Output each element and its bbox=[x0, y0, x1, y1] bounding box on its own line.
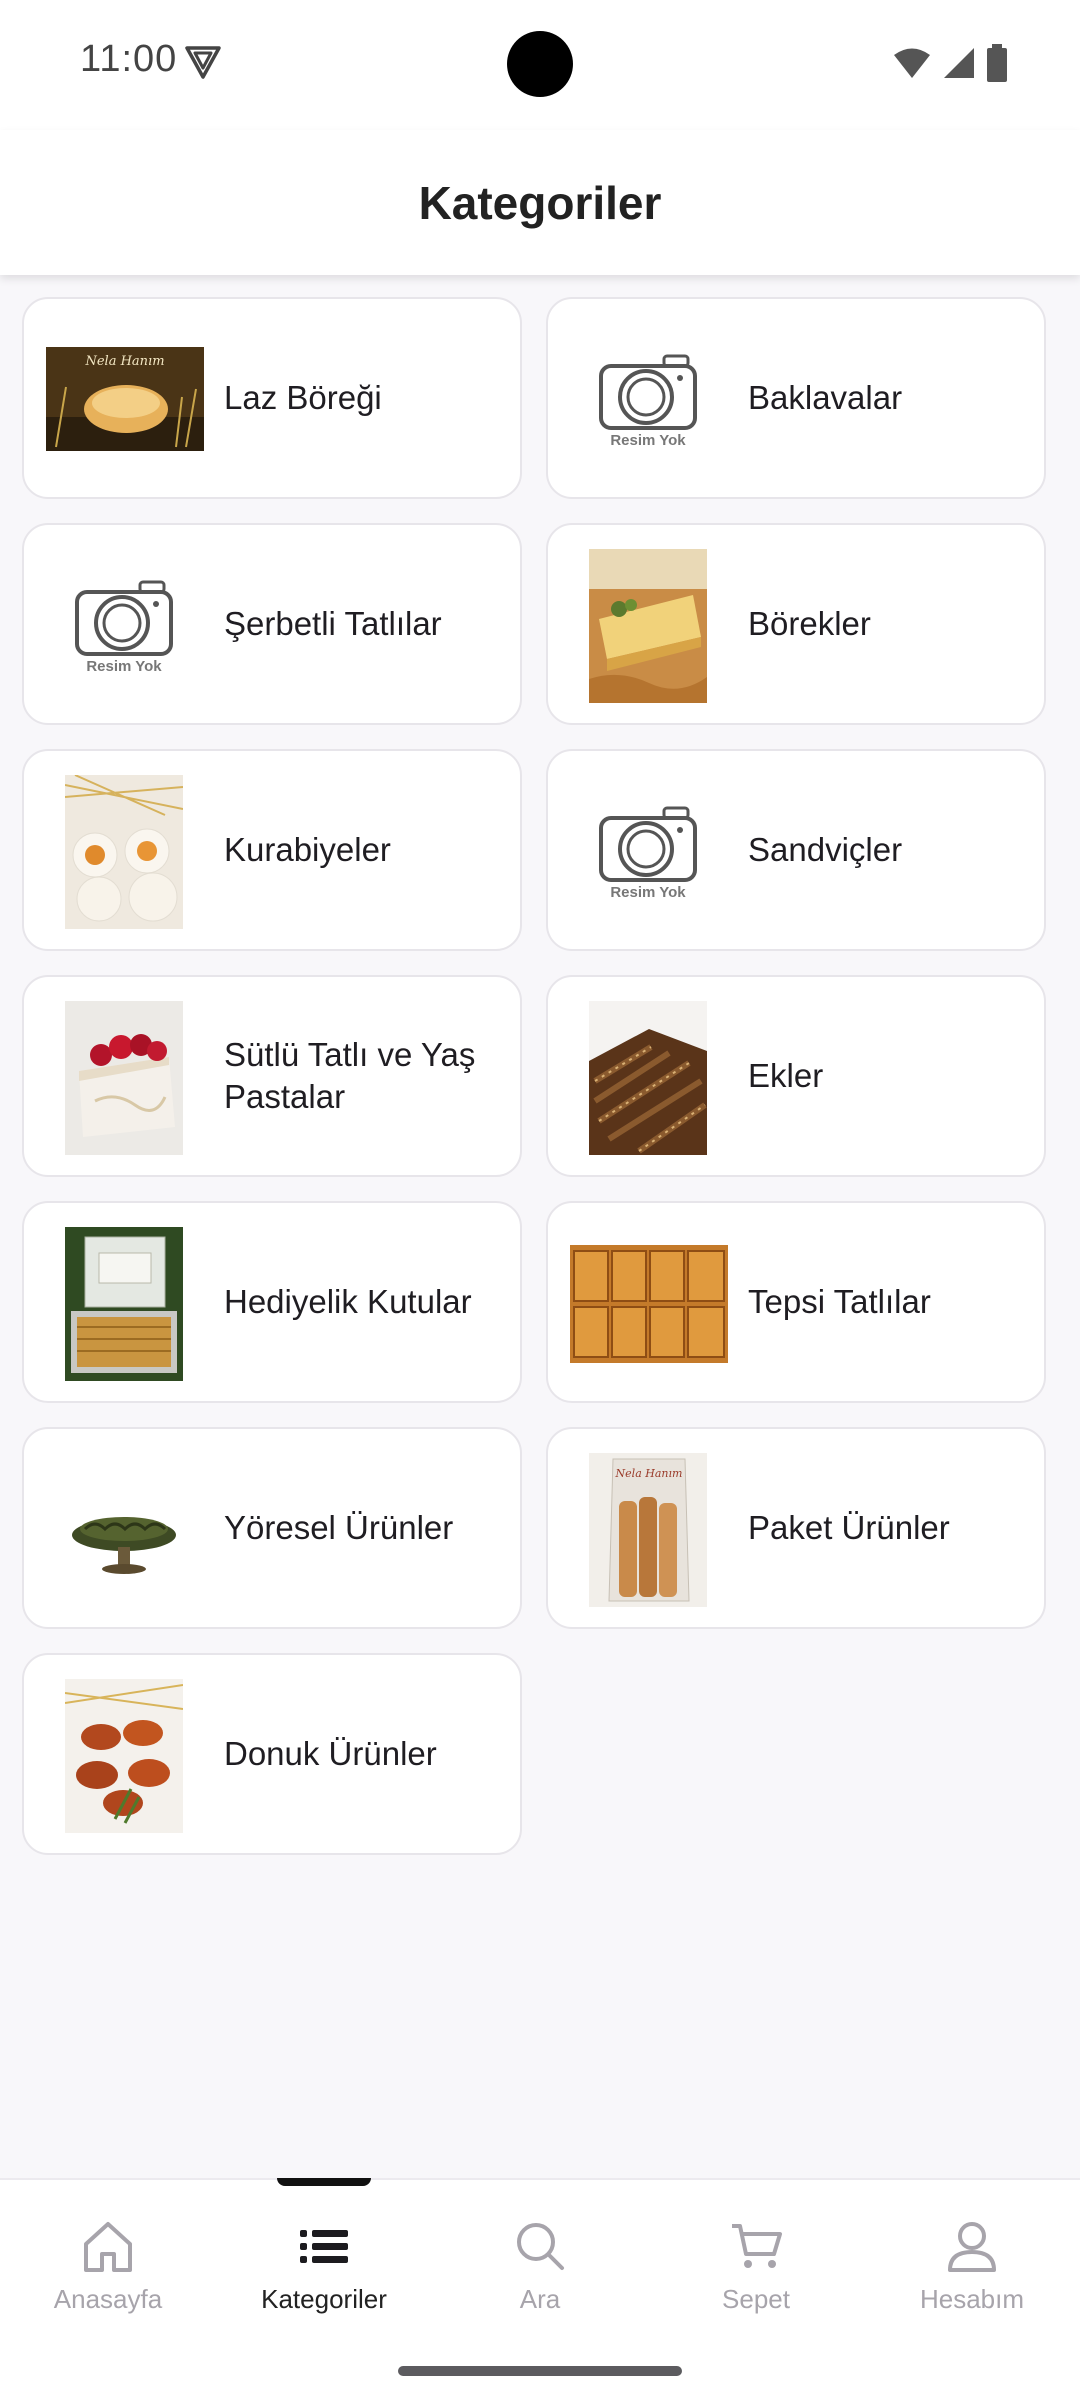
nav-item-sepet[interactable]: Sepet bbox=[648, 2216, 864, 2315]
category-card-tepsi-tatlilar[interactable]: Tepsi Tatlılar bbox=[546, 1201, 1046, 1403]
category-label: Ekler bbox=[748, 1057, 824, 1094]
category-thumbnail: Nela Hanım bbox=[46, 347, 204, 451]
category-card-baklavalar[interactable]: Resim Yok Baklavalar bbox=[546, 297, 1046, 499]
category-thumbnail bbox=[65, 1679, 183, 1833]
status-icons bbox=[892, 44, 1008, 82]
category-card-serbetli-tatlilar[interactable]: Resim Yok Şerbetli Tatlılar bbox=[22, 523, 522, 725]
wifi-icon bbox=[894, 48, 930, 78]
category-label: Laz Böreği bbox=[224, 379, 382, 416]
cellular-signal-icon bbox=[944, 48, 974, 78]
nav-label: Sepet bbox=[722, 2284, 790, 2314]
category-label: Tepsi Tatlılar bbox=[748, 1283, 931, 1320]
category-thumbnail bbox=[65, 1001, 183, 1155]
category-card-paket-urunler[interactable]: Nela Hanım Paket Ürünler bbox=[546, 1427, 1046, 1629]
ekler-photo bbox=[589, 1001, 707, 1155]
category-card-laz-boregi[interactable]: Nela Hanım Laz Böreği bbox=[22, 297, 522, 499]
category-card-sandvicler[interactable]: Resim Yok Sandviçler bbox=[546, 749, 1046, 951]
category-thumbnail: Resim Yok bbox=[568, 775, 728, 929]
category-label: Kurabiyeler bbox=[224, 831, 391, 868]
category-grid: Nela Hanım Laz Böreği Resim Yok Baklaval… bbox=[22, 297, 1046, 1855]
category-thumbnail bbox=[65, 775, 183, 929]
gift-box-photo bbox=[65, 1227, 183, 1381]
camera-cutout bbox=[507, 31, 573, 97]
category-card-yoresel-urunler[interactable]: Yöresel Ürünler bbox=[22, 1427, 522, 1629]
category-thumbnail: Resim Yok bbox=[44, 549, 204, 703]
placeholder-text: Resim Yok bbox=[86, 657, 162, 675]
category-thumbnail bbox=[65, 1227, 183, 1381]
vpn-icon bbox=[185, 46, 221, 79]
category-label: Paket Ürünler bbox=[748, 1509, 950, 1546]
category-thumbnail bbox=[570, 1245, 728, 1363]
pasta-photo bbox=[65, 1001, 183, 1155]
category-thumbnail: Nela Hanım bbox=[589, 1453, 707, 1607]
kurabiye-photo bbox=[65, 775, 183, 929]
brand-logo-text: Nela Hanım bbox=[84, 354, 164, 369]
bottom-navigation: Anasayfa Kategoriler Ara Sepet Hesabım bbox=[0, 2178, 1080, 2402]
category-card-kurabiyeler[interactable]: Kurabiyeler bbox=[22, 749, 522, 951]
packet-photo: Nela Hanım bbox=[589, 1453, 707, 1607]
search-icon bbox=[517, 2223, 564, 2270]
status-bar: 11:00 bbox=[0, 0, 1080, 130]
active-tab-indicator bbox=[277, 2178, 371, 2186]
yoresel-photo bbox=[65, 1453, 183, 1607]
category-thumbnail bbox=[65, 1453, 183, 1607]
borek-photo bbox=[589, 549, 707, 703]
home-icon bbox=[84, 2222, 132, 2272]
category-label: Donuk Ürünler bbox=[224, 1735, 437, 1772]
placeholder-text: Resim Yok bbox=[610, 883, 686, 901]
category-thumbnail bbox=[589, 1001, 707, 1155]
camera-placeholder-icon bbox=[599, 806, 697, 882]
brand-logo-text: Nela Hanım bbox=[615, 1467, 683, 1480]
nav-label: Hesabım bbox=[919, 2284, 1025, 2314]
list-icon bbox=[300, 2230, 348, 2263]
camera-placeholder-icon bbox=[75, 580, 173, 656]
icli-kofte-photo bbox=[65, 1679, 183, 1833]
tray-dessert-photo bbox=[570, 1245, 728, 1363]
laz-boregi-photo: Nela Hanım bbox=[46, 347, 204, 451]
nav-item-hesabim[interactable]: Hesabım bbox=[864, 2216, 1080, 2315]
gesture-navigation-bar[interactable] bbox=[398, 2366, 682, 2376]
category-label: Hediyelik Kutular bbox=[224, 1283, 472, 1320]
battery-icon bbox=[987, 44, 1007, 82]
nav-label: Ara bbox=[519, 2284, 561, 2314]
nav-item-ara[interactable]: Ara bbox=[432, 2216, 648, 2315]
category-label: Sütlü Tatlı ve Yaş Pastalar bbox=[224, 1036, 476, 1115]
status-time: 11:00 bbox=[80, 38, 178, 80]
cart-icon bbox=[732, 2224, 782, 2268]
category-label: Baklavalar bbox=[748, 379, 903, 416]
category-label: Sandviçler bbox=[748, 831, 903, 868]
category-thumbnail bbox=[589, 549, 707, 703]
category-card-ekler[interactable]: Ekler bbox=[546, 975, 1046, 1177]
category-card-borekler[interactable]: Börekler bbox=[546, 523, 1046, 725]
nav-item-anasayfa[interactable]: Anasayfa bbox=[0, 2216, 216, 2315]
category-label: Şerbetli Tatlılar bbox=[224, 605, 442, 642]
category-thumbnail: Resim Yok bbox=[568, 323, 728, 477]
category-label: Börekler bbox=[748, 605, 871, 642]
nav-label: Anasayfa bbox=[53, 2284, 163, 2314]
nav-item-kategoriler[interactable]: Kategoriler bbox=[216, 2216, 432, 2315]
category-card-donuk-urunler[interactable]: Donuk Ürünler bbox=[22, 1653, 522, 1855]
camera-placeholder-icon bbox=[599, 354, 697, 430]
category-card-sutlu-tatli[interactable]: Sütlü Tatlı ve Yaş Pastalar bbox=[22, 975, 522, 1177]
nav-label: Kategoriler bbox=[261, 2284, 387, 2314]
placeholder-text: Resim Yok bbox=[610, 431, 686, 449]
category-card-hediyelik-kutular[interactable]: Hediyelik Kutular bbox=[22, 1201, 522, 1403]
app-header: Kategoriler bbox=[0, 130, 1080, 275]
user-icon bbox=[948, 2222, 996, 2272]
category-label: Yöresel Ürünler bbox=[224, 1509, 454, 1546]
page-title: Kategoriler bbox=[418, 177, 662, 229]
